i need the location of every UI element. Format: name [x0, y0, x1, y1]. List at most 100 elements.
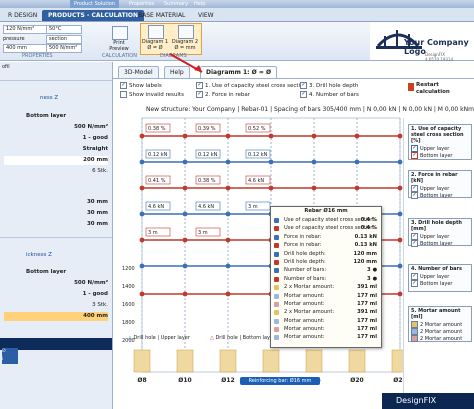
ribbon-tab-products-calculation[interactable]: PRODUCTS - CALCULATION: [42, 10, 145, 21]
x-tick-label: Ø20: [350, 377, 363, 384]
series-point: [225, 237, 231, 243]
diagram2-button[interactable]: Diagram 2Ø = mm: [171, 39, 199, 51]
tooltip-label: Mortar amount:: [284, 300, 325, 307]
tab-3d-model[interactable]: 3D-Model: [118, 66, 159, 78]
legend-item[interactable]: ✓ Upper layer: [409, 273, 471, 280]
ribbon-tab-design[interactable]: R DESIGN: [2, 10, 43, 21]
section1-dim1[interactable]: 30 mm: [4, 198, 108, 207]
checkbox[interactable]: ✓: [120, 82, 127, 89]
option-label: Show labels: [129, 83, 162, 89]
legend-item[interactable]: ✓ Bottom layer: [409, 280, 471, 287]
data-label: 3 m: [248, 204, 258, 210]
tooltip-label: Drill hole depth:: [284, 258, 326, 265]
tooltip-row: Drill hole depth: 120 mm: [271, 258, 381, 266]
mortar-bar: [348, 349, 366, 373]
drill-legend-upper: △ Drill hole | Upper layer: [128, 335, 190, 341]
company-logo: Your Company Logo DesignFIX 4.6570.19314: [370, 22, 474, 62]
ribbon-tab-view[interactable]: VIEW: [192, 10, 220, 21]
legend-item[interactable]: ✓ Upper layer: [409, 145, 471, 152]
checkbox[interactable]: ✓: [196, 82, 203, 89]
checkbox[interactable]: ✓: [196, 91, 203, 98]
checkbox[interactable]: ✓: [300, 91, 307, 98]
option-drill-depth[interactable]: ✓ 3. Drill hole depth: [300, 82, 358, 90]
tooltip-rows: Use of capacity steel cross section: 0.4 …: [271, 216, 381, 342]
series-point: [182, 263, 188, 269]
legend-item[interactable]: ✓ Bottom layer: [409, 152, 471, 159]
series-point: [139, 211, 145, 217]
title-tab-summary[interactable]: Summary: [160, 0, 192, 8]
title-tab-properties[interactable]: Properties: [125, 0, 158, 8]
printer-icon: [112, 26, 128, 40]
legend-swatch-icon: [274, 310, 279, 316]
legend-item[interactable]: 2 Mortar amount: [409, 321, 471, 328]
print-preview-button[interactable]: Print Preview: [104, 40, 134, 52]
series-point: [139, 263, 145, 269]
chart-icon: [148, 25, 164, 39]
title-tab-help[interactable]: Help: [190, 0, 209, 8]
mortar-bar: [133, 349, 151, 373]
series-point: [225, 185, 231, 191]
option-show-invalid[interactable]: Show invalid results: [120, 91, 184, 99]
ribbon-field-depth[interactable]: 400 mm: [3, 44, 47, 53]
tooltip-value: 0.13 kN: [354, 242, 377, 249]
divider: [0, 80, 112, 81]
legend-item[interactable]: ✓ Bottom layer: [409, 192, 471, 199]
legend-item[interactable]: 2 Mortar amount: [409, 328, 471, 335]
checkbox[interactable]: ✓: [300, 82, 307, 89]
checkbox[interactable]: [120, 91, 127, 98]
section1-bond[interactable]: 1 - good: [4, 134, 108, 143]
ribbon-tab-base-material[interactable]: BASE MATERIAL: [132, 10, 191, 21]
section1-spacing[interactable]: 200 mm: [4, 156, 108, 165]
legend-item[interactable]: ✓ Upper layer: [409, 233, 471, 240]
tooltip-label: Mortar amount:: [284, 326, 325, 333]
option-force-rebar[interactable]: ✓ 2. Force in rebar: [196, 91, 250, 99]
legend-item[interactable]: ✓ Upper layer: [409, 185, 471, 192]
section2-count[interactable]: 3 Stk.: [4, 301, 108, 310]
x-tick-label: Ø10: [178, 377, 191, 384]
tooltip-label: Force in rebar:: [284, 242, 322, 249]
tooltip-label: Number of bars:: [284, 267, 327, 274]
y-tick-label: 1800: [122, 320, 135, 326]
tooltip-label: 2 x Mortar amount:: [284, 309, 335, 316]
series-point: [225, 263, 231, 269]
option-show-labels[interactable]: ✓ Show labels: [120, 82, 162, 90]
section2-title: ickness Z: [26, 252, 52, 258]
section1-shape[interactable]: Straight: [4, 145, 108, 154]
diagram1-button[interactable]: Diagram 1Ø = Ø: [141, 39, 169, 51]
ribbon-field-strength[interactable]: 500 N/mm²: [46, 44, 82, 53]
section1-dim3[interactable]: 30 mm: [4, 220, 108, 229]
annotation-arrow-icon: [169, 53, 203, 73]
legend-item-label: Bottom layer: [420, 241, 453, 247]
restart-calculation-button[interactable]: Restart calculation: [416, 82, 460, 96]
tooltip-label: 2 x Mortar amount:: [284, 284, 335, 291]
tab-diagram1[interactable]: Diagramm 1: Ø = Ø: [200, 66, 278, 78]
ribbon-field-force[interactable]: 120 N/mm²: [3, 25, 47, 34]
ribbon-field-section[interactable]: section: [46, 35, 82, 44]
legend-item[interactable]: 2 Mortar amount: [409, 335, 471, 342]
tooltip-row: Force in rebar: 0.13 kN: [271, 233, 381, 241]
series-point: [311, 185, 317, 191]
option-use-capacity[interactable]: ✓ 1. Use of capacity steel cross section: [196, 82, 307, 90]
tooltip-value: 177 ml: [357, 326, 377, 333]
legend-item[interactable]: ✓ Bottom layer: [409, 240, 471, 247]
series-point: [354, 185, 360, 191]
mortar-bar: [391, 349, 403, 373]
section2-bond[interactable]: 1 - good: [4, 290, 108, 299]
series-point: [225, 159, 231, 165]
option-number-bars[interactable]: ✓ 4. Number of bars: [300, 91, 359, 99]
section1-layer: Bottom layer: [26, 113, 67, 119]
section2-strength[interactable]: 500 N/mm²: [4, 279, 108, 288]
series-point: [139, 291, 145, 297]
ribbon-field-temperature[interactable]: 50°C: [46, 25, 82, 34]
tooltip-row: Number of bars: 3 ●: [271, 275, 381, 283]
section1-strength[interactable]: 500 N/mm²: [4, 123, 108, 132]
section1-count[interactable]: 6 Stk.: [4, 167, 108, 176]
legend-swatch-icon: [274, 335, 279, 341]
title-tab-product-solution[interactable]: Product Solution: [70, 0, 119, 8]
section2-spacing[interactable]: 400 mm: [4, 312, 108, 321]
x-tick-label: Ø8: [137, 377, 146, 384]
legend-swatch-icon: [274, 301, 279, 307]
data-label: 4.6 kN: [148, 204, 164, 210]
selected-bar-indicator[interactable]: Reinforcing bar: Ø16 mm: [240, 377, 320, 385]
section1-dim2[interactable]: 30 mm: [4, 209, 108, 218]
